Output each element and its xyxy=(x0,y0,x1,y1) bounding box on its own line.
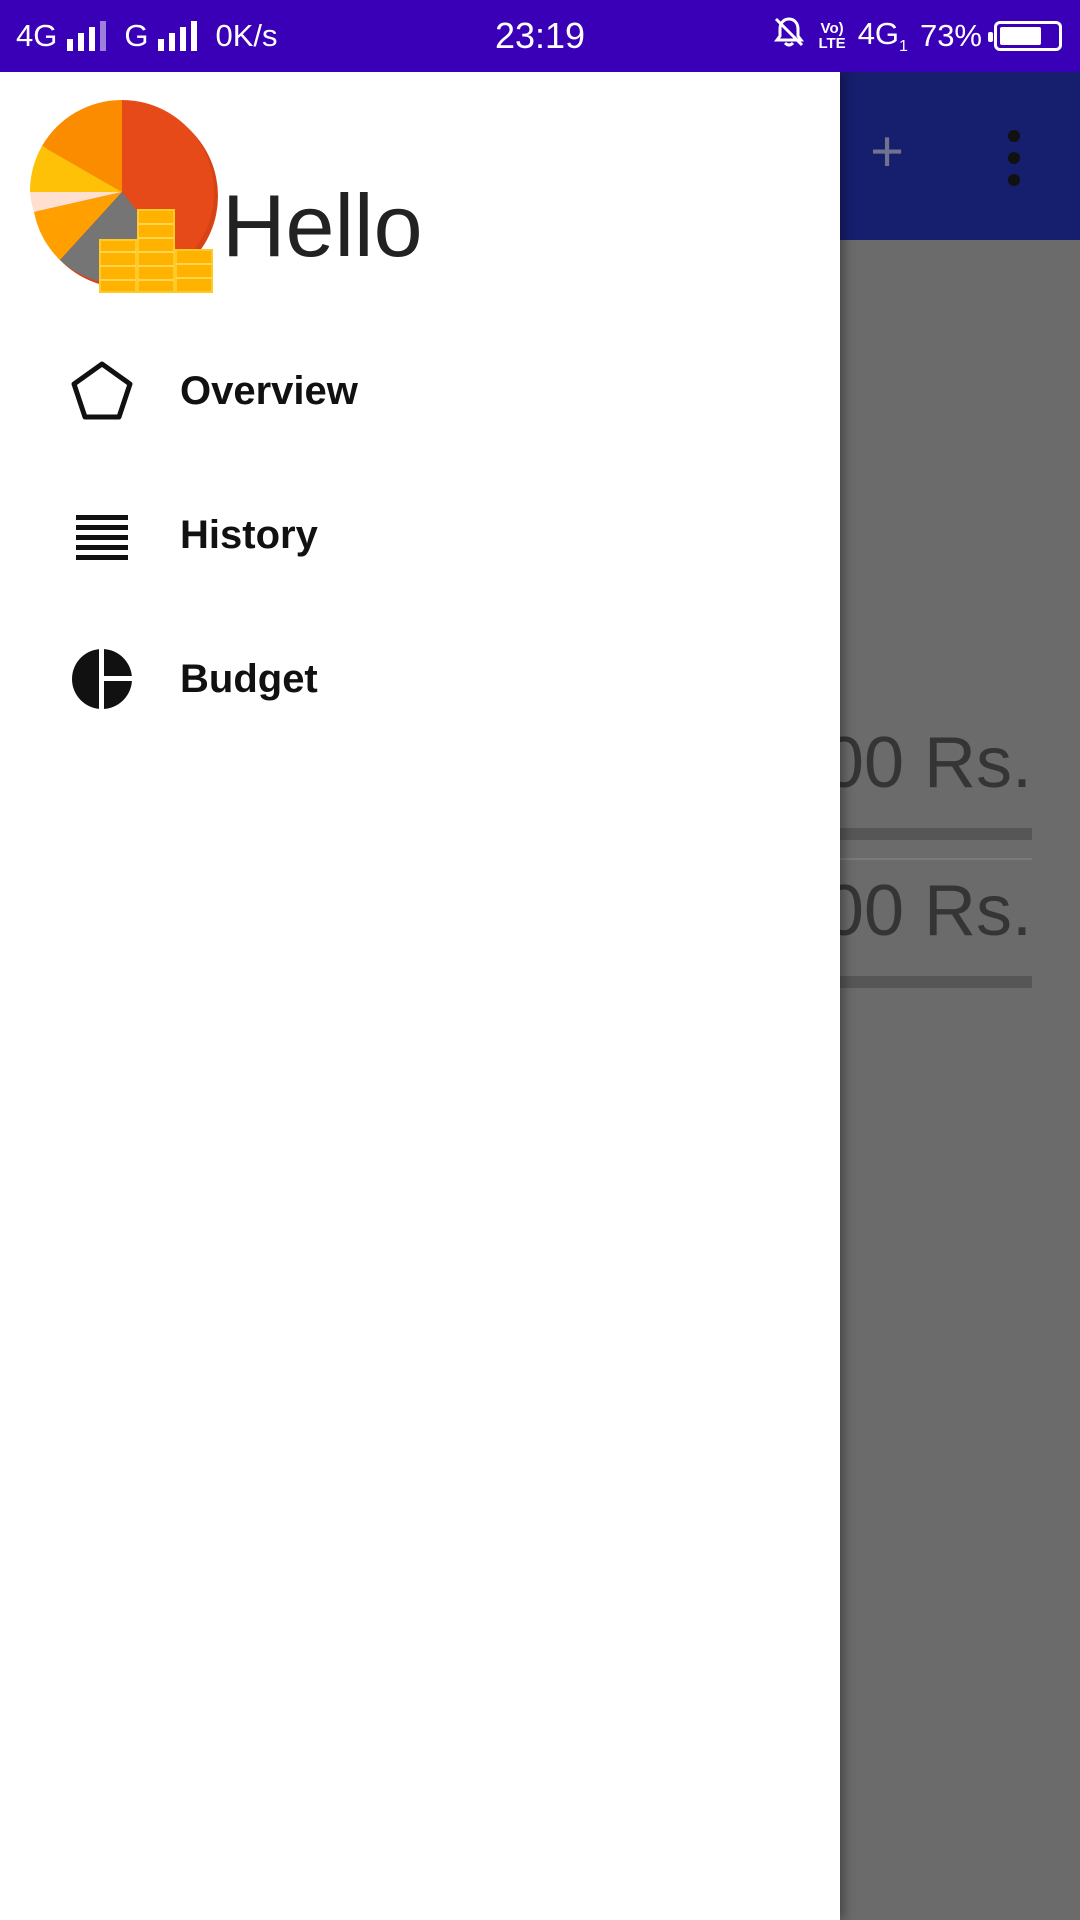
battery-percent: 73% xyxy=(919,18,982,53)
status-right: Vo) LTE 4G1 73% xyxy=(772,0,1062,72)
nav-item-label: History xyxy=(180,512,318,557)
list-lines-icon xyxy=(70,503,134,567)
more-vert-icon[interactable] xyxy=(1000,130,1028,186)
amount-text: 00 Rs. xyxy=(823,723,1032,803)
plus-icon[interactable]: + xyxy=(862,122,912,182)
nav-item-history[interactable]: History xyxy=(0,475,840,595)
nav-item-label: Budget xyxy=(180,656,318,701)
navigation-drawer: Hello Overview History Budget xyxy=(0,72,840,1920)
volte-indicator: Vo) LTE xyxy=(818,20,846,52)
pentagon-icon xyxy=(70,359,134,423)
battery-level xyxy=(1000,27,1041,45)
budget-pie-icon xyxy=(70,647,134,711)
amount-underline xyxy=(840,976,1032,988)
network-type-3: 4G1 xyxy=(857,15,908,56)
battery-icon xyxy=(988,21,1062,51)
amount-text: 00 Rs. xyxy=(823,871,1032,951)
status-bar: 4G G 0K/s 23:19 Vo) LTE 4G1 73% xyxy=(0,0,1080,72)
divider xyxy=(840,858,1032,860)
mute-bell-icon xyxy=(772,15,806,57)
nav-item-budget[interactable]: Budget xyxy=(0,619,840,739)
greeting-title: Hello xyxy=(222,176,423,275)
pie-chart-coins-logo xyxy=(29,99,220,300)
nav-item-label: Overview xyxy=(180,368,358,413)
amount-underline xyxy=(840,828,1032,840)
nav-item-overview[interactable]: Overview xyxy=(0,331,840,451)
